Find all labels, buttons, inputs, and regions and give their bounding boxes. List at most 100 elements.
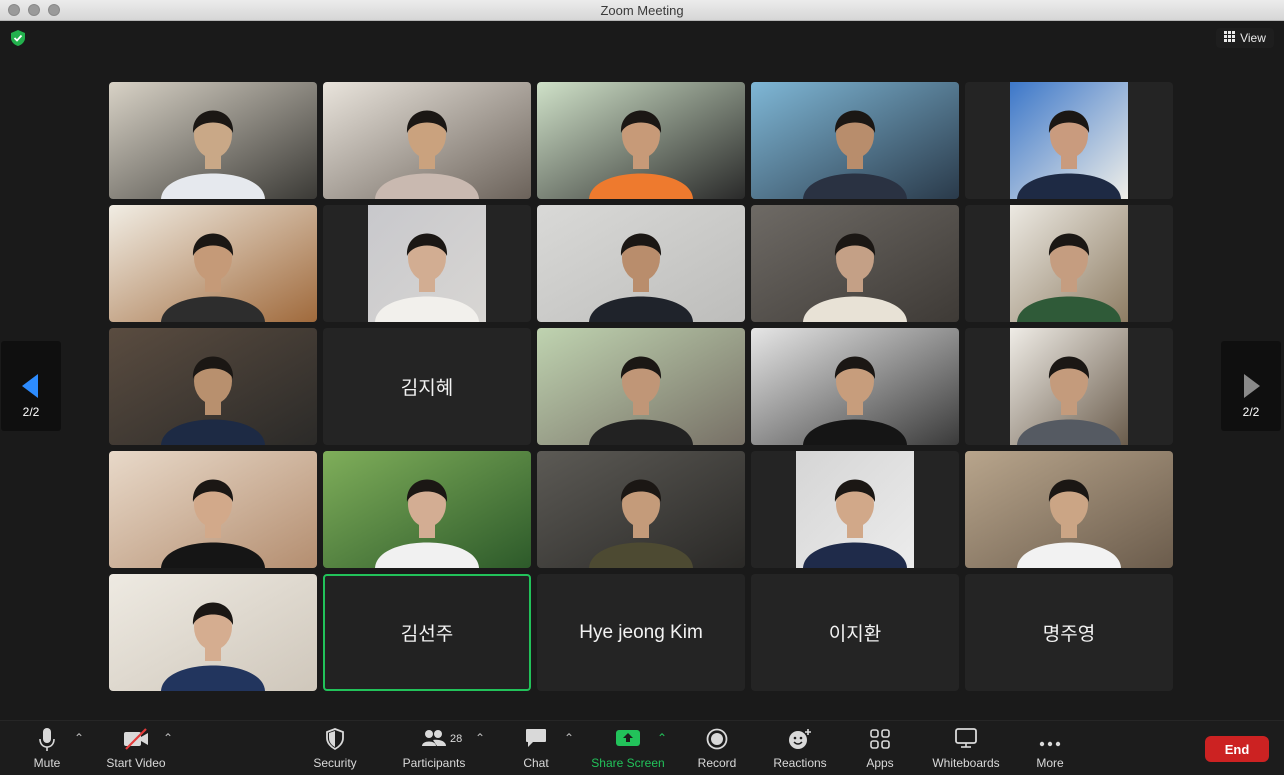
participant-video xyxy=(751,205,959,322)
video-frame xyxy=(537,82,745,199)
participant-video xyxy=(751,328,959,445)
meeting-toolbar: Mute ⌃ Start Video ⌃ Security 28 Partici… xyxy=(0,720,1284,775)
participants-count: 28 xyxy=(450,733,463,745)
smiley-plus-icon xyxy=(788,728,812,753)
security-button[interactable]: Security xyxy=(306,721,364,775)
participant-video xyxy=(965,82,1173,199)
video-frame xyxy=(1010,328,1128,445)
share-screen-label: Share Screen xyxy=(591,756,665,770)
video-frame xyxy=(1010,205,1128,322)
participant-tile[interactable] xyxy=(323,82,531,199)
chat-caret-icon[interactable]: ⌃ xyxy=(564,731,574,745)
participant-tile[interactable] xyxy=(965,82,1173,199)
view-label: View xyxy=(1240,31,1266,45)
record-label: Record xyxy=(697,756,737,770)
view-button[interactable]: View xyxy=(1216,28,1274,48)
participant-tile[interactable] xyxy=(965,205,1173,322)
participant-tile[interactable] xyxy=(537,205,745,322)
video-frame xyxy=(109,205,317,322)
participant-video xyxy=(751,451,959,568)
participants-button[interactable]: 28 Participants xyxy=(396,721,472,775)
participant-tile[interactable]: 김지혜 xyxy=(323,328,531,445)
encryption-shield-icon[interactable] xyxy=(11,30,25,51)
whiteboards-label: Whiteboards xyxy=(932,756,1000,770)
share-screen-caret-icon[interactable]: ⌃ xyxy=(657,731,667,745)
participant-video xyxy=(109,328,317,445)
participant-video xyxy=(751,82,959,199)
next-page-button[interactable]: 2/2 xyxy=(1221,341,1281,431)
participant-video xyxy=(323,451,531,568)
participant-tile[interactable] xyxy=(537,82,745,199)
participant-name: Hye jeong Kim xyxy=(579,621,703,643)
video-frame xyxy=(796,451,914,568)
participant-tile[interactable] xyxy=(965,328,1173,445)
participant-tile[interactable] xyxy=(537,451,745,568)
participant-name: 김지혜 xyxy=(400,378,454,399)
participant-tile[interactable] xyxy=(109,328,317,445)
chat-button[interactable]: Chat xyxy=(514,721,558,775)
page-indicator-left: 2/2 xyxy=(22,405,40,419)
chat-bubble-icon xyxy=(525,728,547,751)
participant-video xyxy=(537,82,745,199)
participant-tile[interactable]: 김선주 xyxy=(323,574,531,691)
apps-button[interactable]: Apps xyxy=(858,721,902,775)
participant-tile[interactable] xyxy=(109,82,317,199)
previous-page-button[interactable]: 2/2 xyxy=(1,341,61,431)
participant-tile[interactable] xyxy=(109,574,317,691)
record-button[interactable]: Record xyxy=(692,721,742,775)
end-meeting-button[interactable]: End xyxy=(1205,736,1269,762)
participant-tile[interactable] xyxy=(537,328,745,445)
participant-tile[interactable] xyxy=(751,82,959,199)
participant-tile[interactable] xyxy=(109,205,317,322)
audio-options-caret-icon[interactable]: ⌃ xyxy=(74,731,84,745)
participant-tile[interactable] xyxy=(109,451,317,568)
video-frame xyxy=(965,451,1173,568)
video-frame xyxy=(537,328,745,445)
participant-tile[interactable]: Hye jeong Kim xyxy=(537,574,745,691)
participant-video xyxy=(537,451,745,568)
participant-video xyxy=(323,205,531,322)
participant-video xyxy=(537,205,745,322)
participant-tile[interactable]: 명주영 xyxy=(965,574,1173,691)
participant-video xyxy=(109,451,317,568)
video-frame xyxy=(1010,82,1128,199)
chat-label: Chat xyxy=(523,756,549,770)
participant-video xyxy=(965,451,1173,568)
participant-tile[interactable] xyxy=(965,451,1173,568)
participant-video xyxy=(965,328,1173,445)
grid-icon xyxy=(1224,31,1236,45)
video-frame xyxy=(323,82,531,199)
record-icon xyxy=(706,728,728,753)
participants-caret-icon[interactable]: ⌃ xyxy=(475,731,485,745)
meeting-area: View 2/2 2/2 김지혜김선주 Hye jeong Kim 이지환 명주영 xyxy=(0,21,1284,720)
participant-video xyxy=(323,82,531,199)
mute-button[interactable]: Mute xyxy=(22,721,72,775)
participant-tile[interactable] xyxy=(323,205,531,322)
whiteboards-button[interactable]: Whiteboards xyxy=(926,721,1006,775)
participants-icon xyxy=(421,728,447,751)
participant-video xyxy=(537,328,745,445)
more-dots-icon xyxy=(1039,736,1061,750)
apps-label: Apps xyxy=(866,756,894,770)
apps-icon xyxy=(869,728,891,753)
video-frame xyxy=(109,451,317,568)
participants-label: Participants xyxy=(402,756,466,770)
participant-tile[interactable] xyxy=(751,205,959,322)
mute-label: Mute xyxy=(33,756,61,770)
participant-name: 명주영 xyxy=(1042,624,1096,645)
reactions-label: Reactions xyxy=(773,756,827,770)
video-frame xyxy=(109,574,317,691)
reactions-button[interactable]: Reactions xyxy=(768,721,832,775)
participant-tile[interactable] xyxy=(751,451,959,568)
whiteboard-icon xyxy=(955,728,977,751)
participant-video xyxy=(965,205,1173,322)
video-options-caret-icon[interactable]: ⌃ xyxy=(163,731,173,745)
participant-tile[interactable]: 이지환 xyxy=(751,574,959,691)
start-video-button[interactable]: Start Video xyxy=(100,721,172,775)
participant-tile[interactable] xyxy=(323,451,531,568)
video-off-icon xyxy=(123,728,149,753)
video-frame xyxy=(537,205,745,322)
more-button[interactable]: More xyxy=(1028,721,1072,775)
share-screen-button[interactable]: Share Screen xyxy=(588,721,668,775)
participant-tile[interactable] xyxy=(751,328,959,445)
